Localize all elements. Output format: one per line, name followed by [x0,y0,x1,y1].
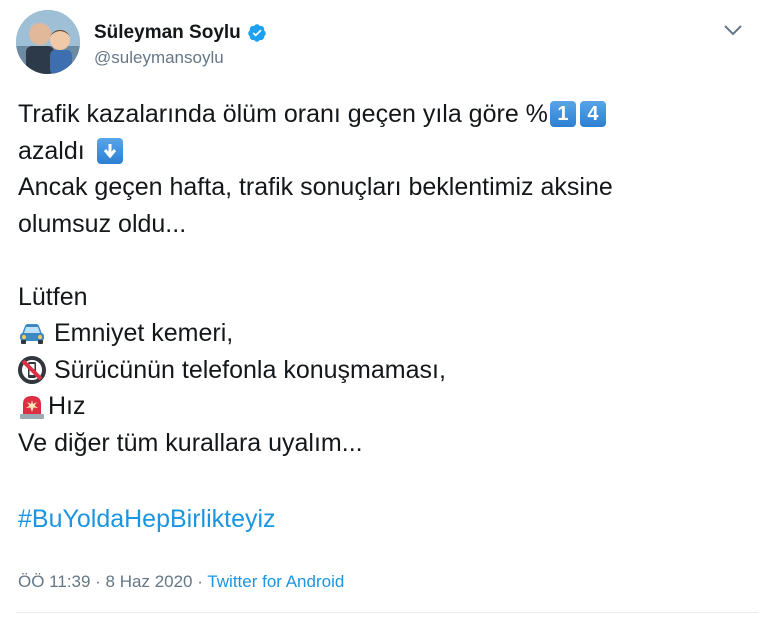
chevron-down-icon[interactable] [722,22,744,38]
down-arrow-emoji [96,137,123,164]
verified-badge-icon [247,23,267,43]
keycap-digit-four: 4 [579,101,606,128]
tweet-line-6: Emniyet kemeri, [18,315,718,352]
tweet-line-9: Ve diğer tüm kurallara uyalım... [18,428,363,457]
tweet-line-6-text: Emniyet kemeri, [54,319,234,347]
police-light-emoji [18,392,46,420]
author-handle[interactable]: @sulеymansoylu [94,48,224,68]
tweet-hashtag-line: #BuYoldaHepBirlikteyiz [18,501,718,538]
tweet-line-5: Lütfen [18,282,88,311]
tweet-line-1: Trafik kazalarında ölüm oranı geçen yıla… [18,96,718,133]
tweet-line-7: Sürücünün telefonla konuşmaması, [18,352,718,389]
tweet-header: Süleyman Soylu @sulеymansoylu [16,10,756,76]
author-name[interactable]: Süleyman Soylu [94,22,241,44]
hashtag-link[interactable]: #BuYoldaHepBirlikteyiz [18,501,276,538]
tweet-meta: ÖÖ 11:39 · 8 Haz 2020 · Twitter for Andr… [18,572,344,592]
tweet-line-8: Hız [18,388,718,425]
keycap-digit-one: 1 [549,101,576,128]
tweet-source-link[interactable]: Twitter for Android [207,572,344,591]
avatar[interactable] [16,10,80,74]
divider [16,612,758,613]
tweet-line-4: olumsuz oldu... [18,209,187,238]
tweet-line-2: azaldı [18,133,718,170]
tweet-line-3: Ancak geçen hafta, trafik sonuçları bekl… [18,173,613,201]
tweet-line-1-text: Trafik kazalarında ölüm oranı geçen yıla… [18,100,548,128]
tweet-line-2-text: azaldı [18,136,85,165]
tweet-timestamp[interactable]: ÖÖ 11:39 · 8 Haz 2020 · [18,572,207,591]
tweet-text: Trafik kazalarında ölüm oranı geçen yıla… [18,96,718,537]
car-emoji [18,319,46,347]
tweet-line-7-text: Sürücünün telefonla konuşmaması, [54,355,446,384]
tweet-line-8-text: Hız [48,392,86,420]
no-mobile-phones-emoji [18,355,46,384]
